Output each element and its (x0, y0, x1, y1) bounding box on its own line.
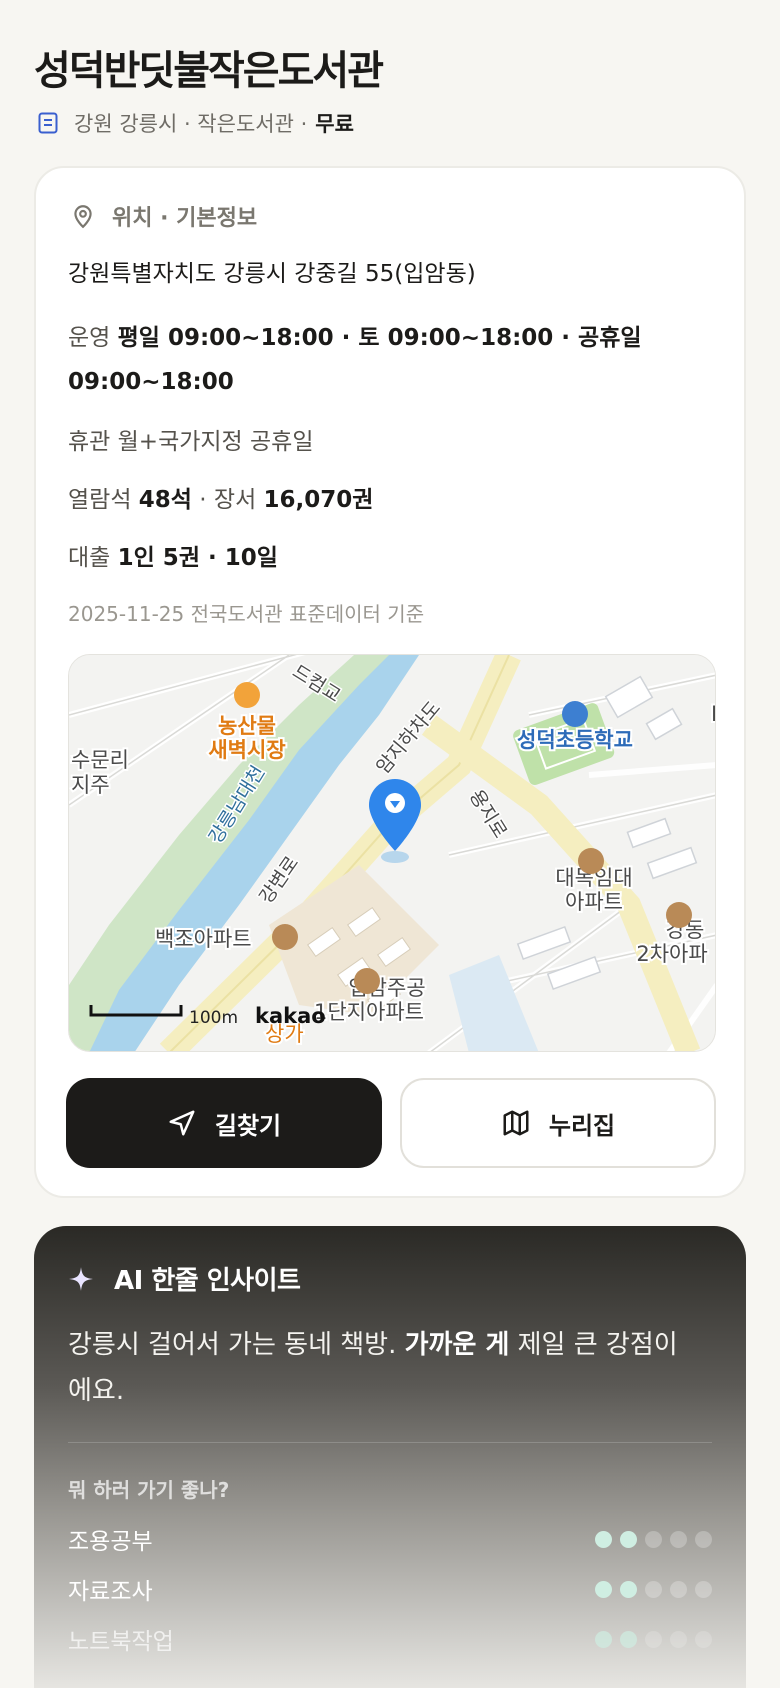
rating-dot-empty (670, 1630, 687, 1648)
seats-value: 48석 (138, 487, 192, 513)
rating-dot-empty (695, 1630, 712, 1648)
document-icon (38, 112, 58, 134)
activity-row: 조용공부 (68, 1522, 712, 1556)
section-header: 위치 · 기본정보 (70, 200, 257, 232)
map-icon (503, 1110, 529, 1136)
loan-value: 1인 5권 · 10일 (117, 545, 278, 571)
map-label-daemok2: 아파트 (565, 890, 623, 914)
loan-policy: 대출 1인 5권 · 10일 (68, 538, 278, 572)
ai-insight-header: AI 한줄 인사이트 (68, 1260, 301, 1297)
activity-rating (595, 1580, 712, 1598)
address: 강원특별자치도 강릉시 강중길 55(입암동) (68, 261, 476, 287)
rating-dot-empty (645, 1630, 662, 1648)
activity-row: 자료조사 (68, 1572, 712, 1606)
rating-dot-empty (670, 1580, 687, 1598)
hours-label: 운영 (68, 325, 111, 351)
map-scale: 100m (189, 1008, 238, 1028)
navigation-arrow-icon (169, 1110, 195, 1136)
seats-label: 열람석 (68, 487, 132, 513)
operating-hours: 운영 평일 09:00~18:00 · 토 09:00~18:00 · 공휴일 … (68, 316, 708, 404)
website-label: 누리집 (548, 1111, 616, 1140)
directions-label: 길찾기 (214, 1111, 282, 1140)
library-region-type: 강원 강릉시 · 작은도서관 · (74, 112, 308, 136)
rating-dot-empty (645, 1580, 662, 1598)
map-label-edge: D (711, 702, 716, 726)
ai-insight-text: 강릉시 걸어서 가는 동네 책방. 가까운 게 제일 큰 강점이에요. (68, 1322, 688, 1414)
map-label-jiju: 지주 (71, 773, 110, 797)
seats-books: 열람석 48석 · 장서 16,070권 (68, 480, 373, 514)
rating-dot-empty (645, 1530, 662, 1548)
activity-question: 뭐 하러 가기 좋나? (68, 1478, 230, 1502)
rating-dot-empty (670, 1530, 687, 1548)
info-card: 위치 · 기본정보 강원특별자치도 강릉시 강중길 55(입암동) 운영 평일 … (34, 166, 746, 1198)
sparkle-icon (69, 1266, 93, 1291)
map-label-sumun: 수문리 (71, 748, 129, 772)
hours-value: 평일 09:00~18:00 · 토 09:00~18:00 · 공휴일 09:… (68, 325, 642, 395)
map-label-ipam2: 1단지아파트 (314, 1000, 424, 1024)
rating-dot-filled (620, 1630, 637, 1648)
divider (68, 1442, 712, 1443)
ai-insight-card: AI 한줄 인사이트 강릉시 걸어서 가는 동네 책방. 가까운 게 제일 큰 … (34, 1226, 746, 1688)
page-title: 성덕반딧불작은도서관 (34, 48, 384, 94)
ai-text-bold: 가까운 게 (404, 1330, 510, 1360)
section-title: 위치 · 기본정보 (112, 206, 258, 231)
ai-insight-title: AI 한줄 인사이트 (114, 1266, 301, 1296)
books-label: · 장서 (199, 487, 257, 513)
website-button[interactable]: 누리집 (400, 1078, 716, 1168)
rating-dot-filled (620, 1580, 637, 1598)
directions-button[interactable]: 길찾기 (66, 1078, 382, 1168)
map-label-school: 성덕초등학교 (517, 728, 633, 752)
map-label-saebyeok: 새벽시장 (208, 738, 285, 762)
location-pin-icon (74, 205, 92, 229)
rating-dot-filled (620, 1530, 637, 1548)
rating-dot-empty (695, 1580, 712, 1598)
location-map[interactable]: 농산물 새벽시장 성덕초등학교 수문리 지주 백조아파트 입암주공 1단지아파트… (68, 654, 716, 1052)
fee-badge: 무료 (315, 112, 354, 136)
activity-name: 자료조사 (68, 1579, 153, 1605)
map-label-baekjo: 백조아파트 (155, 927, 252, 951)
activity-rating (595, 1530, 712, 1548)
closed-days: 휴관 월+국가지정 공휴일 (68, 429, 314, 455)
activity-name: 조용공부 (68, 1529, 153, 1555)
activity-row: 노트북작업 (68, 1622, 712, 1656)
rating-dot-filled (595, 1630, 612, 1648)
activity-name: 노트북작업 (68, 1629, 174, 1655)
map-label-gangdong2: 2차아파 (636, 942, 707, 966)
data-source: 2025-11-25 전국도서관 표준데이터 기준 (68, 602, 425, 626)
activity-rating (595, 1630, 712, 1648)
ai-text-pre: 강릉시 걸어서 가는 동네 책방. (68, 1330, 397, 1360)
map-brand: kakao (255, 1004, 326, 1028)
library-meta: 강원 강릉시 · 작은도서관 · 무료 (36, 108, 354, 138)
loan-label: 대출 (68, 545, 111, 571)
map-label-nongsan: 농산물 (218, 714, 276, 738)
books-value: 16,070권 (263, 487, 374, 513)
rating-dot-filled (595, 1530, 612, 1548)
rating-dot-empty (695, 1530, 712, 1548)
rating-dot-filled (595, 1580, 612, 1598)
